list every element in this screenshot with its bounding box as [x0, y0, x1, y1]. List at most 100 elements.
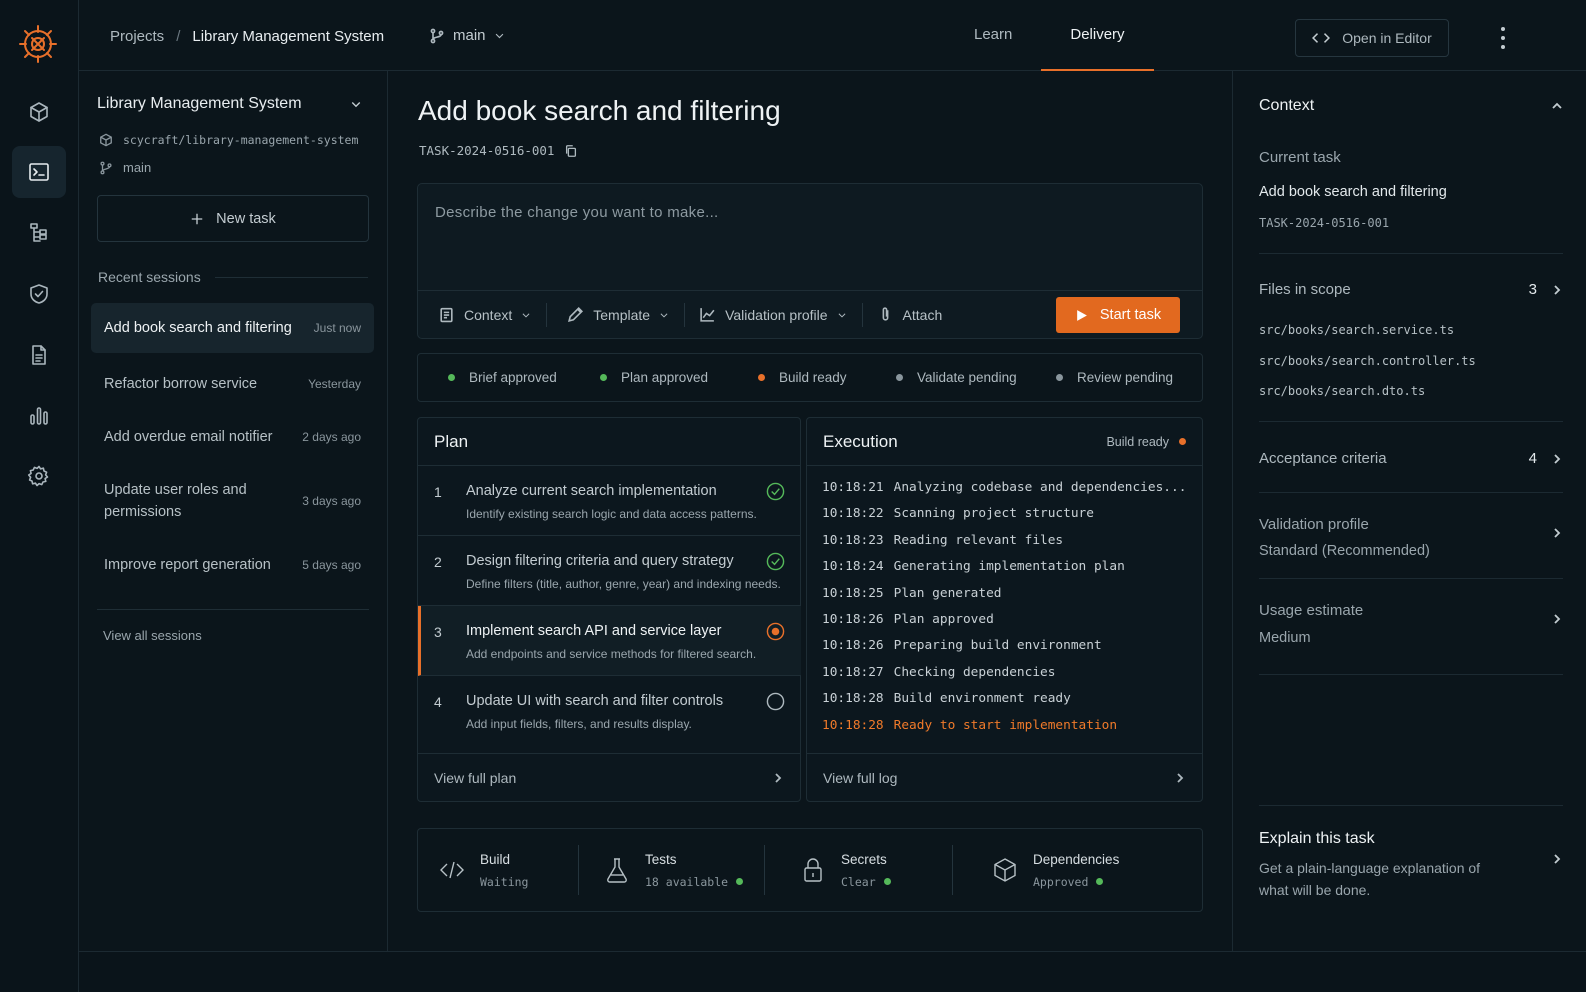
file-item[interactable]: src/books/search.service.ts — [1259, 323, 1454, 337]
tab-delivery[interactable]: Delivery — [1041, 0, 1154, 71]
plan-step[interactable]: 2 Design filtering criteria and query st… — [418, 536, 800, 606]
rail-document-icon[interactable] — [12, 329, 66, 381]
session-item[interactable]: Improve report generation 5 days ago — [91, 542, 374, 588]
build-chip[interactable]: Build Waiting — [418, 845, 578, 895]
session-title: Add overdue email notifier — [104, 429, 273, 445]
open-in-editor-label: Open in Editor — [1342, 30, 1432, 46]
main-tabs: Learn Delivery — [945, 0, 1154, 71]
more-menu-icon[interactable] — [1493, 27, 1513, 49]
log-line: 10:18:24 Generating implementation plan — [822, 559, 1186, 585]
chevron-down-icon — [351, 102, 361, 108]
plan-step[interactable]: 1 Analyze current search implementation … — [418, 466, 800, 536]
validation-profile-dropdown[interactable]: Validation profile — [685, 302, 863, 327]
tab-learn[interactable]: Learn — [945, 0, 1041, 71]
status-label: Brief approved — [469, 370, 557, 385]
new-task-button[interactable]: New task — [97, 195, 369, 242]
status-build: Build ready — [758, 370, 896, 385]
rail-chart-icon[interactable] — [12, 390, 66, 442]
log-time: 10:18:24 — [822, 559, 884, 575]
session-time: Yesterday — [308, 377, 361, 391]
log-line-highlight: 10:18:28 Ready to start implementation — [822, 718, 1186, 744]
chevron-right-icon[interactable] — [1551, 613, 1563, 625]
breadcrumb-projects[interactable]: Projects — [110, 28, 164, 45]
chevron-right-icon[interactable] — [1551, 853, 1563, 865]
session-item[interactable]: Update user roles and permissions 3 days… — [91, 468, 374, 534]
start-task-button[interactable]: Start task — [1056, 297, 1180, 333]
tests-chip[interactable]: Tests 18 available — [578, 845, 764, 895]
step-description: Identify existing search logic and data … — [466, 507, 757, 521]
files-in-scope-row[interactable]: Files in scope 3 — [1259, 281, 1563, 298]
chevron-right-icon — [1554, 284, 1561, 295]
chevron-right-icon — [1554, 453, 1561, 464]
project-selector[interactable]: Library Management System — [97, 95, 362, 113]
explain-task-title[interactable]: Explain this task — [1259, 830, 1375, 848]
session-item[interactable]: Refactor borrow service Yesterday — [91, 361, 374, 407]
git-branch-icon — [100, 161, 112, 174]
files-count: 3 — [1528, 281, 1537, 298]
session-item[interactable]: Add overdue email notifier 2 days ago — [91, 414, 374, 460]
acceptance-count: 4 — [1528, 450, 1537, 467]
rail-flow-icon[interactable] — [12, 207, 66, 259]
plan-step[interactable]: 4 Update UI with search and filter contr… — [418, 676, 800, 754]
status-label: Validate pending — [917, 370, 1017, 385]
attach-button[interactable]: Attach — [863, 303, 958, 327]
log-line: 10:18:27 Checking dependencies — [822, 665, 1186, 691]
session-item[interactable]: Add book search and filtering Just now — [91, 303, 374, 353]
context-dropdown[interactable]: Context — [418, 302, 548, 327]
divider — [97, 609, 369, 610]
divider — [1259, 492, 1563, 493]
task-id-text: TASK-2024-0516-001 — [419, 143, 555, 158]
rail-terminal-icon[interactable] — [12, 146, 66, 198]
nav-rail — [0, 0, 79, 992]
task-prompt-box: Describe the change you want to make... … — [417, 183, 1203, 339]
app-logo[interactable] — [18, 24, 58, 64]
template-dropdown[interactable]: Template — [547, 302, 686, 327]
context-header[interactable]: Context — [1259, 97, 1563, 115]
secrets-chip[interactable]: Secrets Clear — [764, 845, 952, 895]
breadcrumb-project[interactable]: Library Management System — [192, 28, 384, 45]
log-message: Analyzing codebase and dependencies... — [893, 480, 1187, 495]
acceptance-criteria-row[interactable]: Acceptance criteria 4 — [1259, 450, 1563, 467]
chevron-right-icon — [1177, 772, 1184, 783]
validation-profile-label[interactable]: Validation profile — [1259, 516, 1369, 533]
rail-cube-icon[interactable] — [12, 86, 66, 138]
step-title: Analyze current search implementation — [466, 483, 717, 499]
view-full-plan-link[interactable]: View full plan — [418, 753, 800, 801]
step-description: Add input fields, filters, and results d… — [466, 717, 692, 731]
view-full-log-link[interactable]: View full log — [807, 753, 1202, 801]
flask-icon — [607, 858, 627, 883]
log-line: 10:18:21 Analyzing codebase and dependenc… — [822, 480, 1186, 506]
status-dot — [1179, 438, 1186, 445]
explain-task-description: Get a plain-language explanation of what… — [1259, 860, 1481, 898]
task-id: TASK-2024-0516-001 — [419, 143, 578, 158]
file-item[interactable]: src/books/search.dto.ts — [1259, 384, 1425, 398]
new-task-label: New task — [216, 210, 276, 227]
execution-log: 10:18:21 Analyzing codebase and dependenc… — [822, 480, 1186, 744]
open-in-editor-button[interactable]: Open in Editor — [1295, 19, 1449, 57]
step-number: 3 — [434, 624, 442, 640]
chevron-down-icon — [495, 33, 503, 39]
log-time: 10:18:28 — [822, 691, 884, 707]
status-label: Plan approved — [621, 370, 709, 385]
dependencies-chip[interactable]: Dependencies Approved — [952, 845, 1152, 895]
status-badge-label: Build ready — [1106, 434, 1169, 449]
plan-title: Plan — [434, 431, 469, 451]
status-dot — [883, 878, 891, 885]
chip-label: Secrets — [841, 851, 887, 867]
status-label: Review pending — [1077, 370, 1174, 385]
plan-step-active[interactable]: 3 Implement search API and service layer… — [418, 606, 801, 676]
top-bar: Projects / Library Management System mai… — [79, 0, 1586, 71]
copy-icon[interactable] — [564, 144, 578, 158]
chevron-right-icon[interactable] — [1551, 527, 1563, 539]
plus-icon — [191, 213, 203, 224]
usage-estimate-label[interactable]: Usage estimate — [1259, 602, 1363, 619]
rail-shield-icon[interactable] — [12, 268, 66, 320]
view-all-sessions-link[interactable]: View all sessions — [103, 628, 202, 643]
file-item[interactable]: src/books/search.controller.ts — [1259, 354, 1476, 368]
branch-selector[interactable]: main — [429, 27, 505, 44]
lock-icon — [804, 858, 822, 882]
status-validate: Validate pending — [896, 370, 1056, 385]
prompt-input[interactable]: Describe the change you want to make... — [435, 204, 719, 221]
session-title: Improve report generation — [104, 557, 271, 573]
rail-gear-icon[interactable] — [12, 450, 66, 502]
